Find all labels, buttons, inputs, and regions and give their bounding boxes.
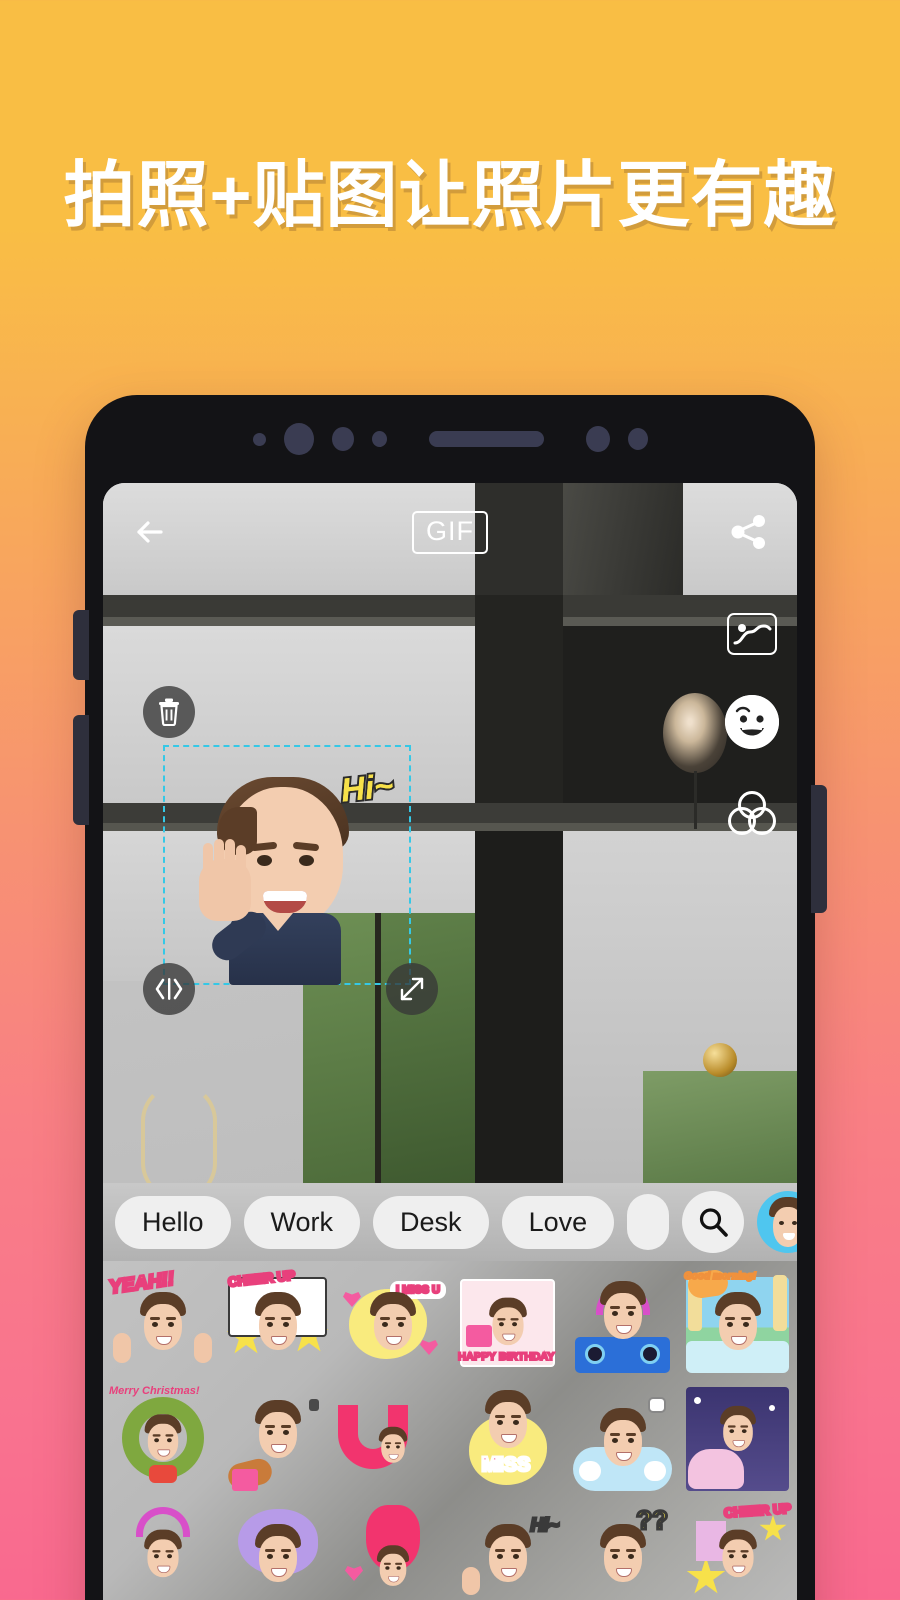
- phone-top-bezel: [85, 395, 815, 483]
- sticker-caption: CHEER UP: [722, 1499, 793, 1522]
- scene-green-counter: [643, 1071, 797, 1183]
- smiley-icon: [725, 695, 779, 749]
- background-image-button[interactable]: [727, 613, 777, 655]
- sticker-text: Hi~: [339, 766, 396, 809]
- sticker-item[interactable]: CHEER UP: [222, 1266, 333, 1379]
- trash-icon: [159, 698, 179, 726]
- avatar-face: [773, 1207, 797, 1247]
- placed-sticker[interactable]: Hi~ Hi~: [189, 755, 397, 985]
- power-button[interactable]: [811, 785, 827, 913]
- sticker-item[interactable]: MISS: [452, 1383, 563, 1495]
- sticker-item[interactable]: I MISS U: [337, 1267, 448, 1379]
- scene-ornament-stand: [694, 771, 697, 829]
- my-avatar-button[interactable]: [757, 1191, 797, 1253]
- resize-sticker-handle[interactable]: [386, 963, 438, 1015]
- sticker-item[interactable]: Good morning!: [682, 1267, 793, 1379]
- volume-down-button[interactable]: [73, 715, 89, 825]
- back-button[interactable]: [129, 511, 171, 553]
- sticker-caption: Merry Christmas!: [109, 1385, 200, 1397]
- sticker-item[interactable]: Merry Christmas!: [107, 1383, 218, 1495]
- sticker-item[interactable]: [682, 1383, 793, 1495]
- scene-column: [475, 831, 563, 1183]
- share-button[interactable]: [727, 510, 771, 554]
- category-chip-work[interactable]: Work: [243, 1195, 361, 1249]
- sticker-eye: [257, 855, 272, 866]
- sticker-item[interactable]: [337, 1383, 448, 1495]
- sticker-item[interactable]: Hi~: [452, 1499, 563, 1600]
- editor-tool-rail: [725, 613, 779, 837]
- delete-sticker-handle[interactable]: [143, 686, 195, 738]
- scene-gold-sphere: [703, 1043, 737, 1077]
- editor-top-bar: GIF: [103, 483, 797, 581]
- sensor-dot-icon: [331, 427, 354, 451]
- promo-headline: 拍照+贴图让照片更有趣: [63, 156, 837, 236]
- sticker-item[interactable]: [107, 1499, 218, 1600]
- flip-horizontal-icon: [155, 978, 183, 1000]
- sensor-dot-icon: [252, 432, 266, 446]
- phone-mockup: Hi~ Hi~ GIF Hello Work Desk Love YEAH!! …: [73, 395, 827, 1600]
- photo-canvas[interactable]: Hi~ Hi~ GIF: [103, 483, 797, 1183]
- sticker-item[interactable]: HAPPY BIRTHDAY: [452, 1267, 563, 1379]
- sticker-item[interactable]: [222, 1499, 333, 1600]
- sticker-eye: [299, 855, 314, 866]
- search-button[interactable]: [682, 1191, 745, 1253]
- phone-screen: Hi~ Hi~ GIF Hello Work Desk Love YEAH!! …: [103, 483, 797, 1600]
- share-icon: [731, 515, 765, 549]
- sticker-caption: Hi~: [529, 1514, 560, 1537]
- back-arrow-icon: [137, 521, 163, 543]
- category-chip-love[interactable]: Love: [501, 1195, 615, 1249]
- sticker-grid: YEAH!! CHEER UP I MISS U HAPPY BIRTHDAY …: [103, 1261, 797, 1600]
- sticker-item[interactable]: [567, 1383, 678, 1495]
- resize-diagonal-icon: [400, 977, 424, 1001]
- earpiece-speaker-icon: [428, 431, 544, 447]
- sticker-item[interactable]: [337, 1499, 448, 1600]
- scene-shelf-edge: [103, 617, 797, 626]
- sensor-dot-icon: [371, 431, 387, 447]
- sticker-item[interactable]: CHEER UP: [682, 1499, 793, 1600]
- avatar-eye: [792, 1221, 797, 1225]
- scene-wall-ornament: [663, 693, 727, 773]
- scene-shelf: [103, 595, 797, 617]
- image-icon: [733, 624, 772, 645]
- sticker-picker-button[interactable]: [725, 695, 779, 749]
- search-icon: [700, 1208, 728, 1237]
- scene-gold-loop: [141, 1083, 217, 1183]
- filter-circles-icon: [728, 791, 776, 835]
- front-camera-icon: [283, 423, 314, 455]
- volume-up-button[interactable]: [73, 610, 89, 680]
- sticker-hand: [199, 839, 251, 921]
- sticker-item[interactable]: YEAH!!: [106, 1267, 218, 1379]
- filter-button[interactable]: [726, 789, 778, 837]
- category-chip-next[interactable]: [627, 1194, 670, 1250]
- flip-sticker-handle[interactable]: [143, 963, 195, 1015]
- category-chip-desk[interactable]: Desk: [373, 1195, 489, 1249]
- sticker-item[interactable]: [222, 1383, 333, 1495]
- sensor-dot-icon: [585, 426, 610, 452]
- category-chip-hello[interactable]: Hello: [115, 1195, 231, 1249]
- sticker-category-bar: Hello Work Desk Love: [103, 1183, 797, 1261]
- gif-toggle-button[interactable]: GIF: [412, 510, 488, 554]
- sensor-dot-icon: [627, 428, 648, 450]
- sticker-item[interactable]: ??: [567, 1499, 678, 1600]
- sticker-item[interactable]: [567, 1267, 678, 1379]
